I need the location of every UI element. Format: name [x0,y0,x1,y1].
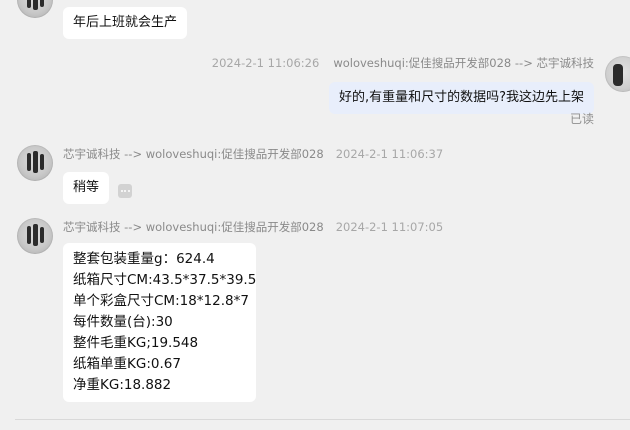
message-line: 整套包装重量g：624.4 [73,251,215,267]
avatar[interactable] [17,218,53,254]
message-line: 纸箱尺寸CM:43.5*37.5*39.5 [73,272,257,288]
message-sender: 芯宇诚科技 --> woloveshuqi:促佳搜品开发部028 [63,147,324,161]
message-line: 整件毛重KG;19.548 [73,335,199,351]
message-text: 好的,有重量和尺寸的数据吗?我这边先上架 [338,90,584,105]
message-line: 单个彩盒尺寸CM:18*12.8*7 [73,293,249,309]
divider [15,419,630,420]
message-sender: 芯宇诚科技 --> woloveshuqi:促佳搜品开发部028 [63,220,324,234]
message-meta: 2024-2-1 11:06:26 woloveshuqi:促佳搜品开发部028 … [212,55,594,71]
avatar[interactable] [605,56,630,92]
message-line: 净重KG:18.882 [73,377,172,393]
message-line: 每件数量(台):30 [73,314,173,330]
more-options-icon[interactable] [118,184,132,198]
avatar[interactable] [17,145,53,181]
message-sender: woloveshuqi:促佳搜品开发部028 --> 芯宇诚科技 [333,56,594,70]
message-timestamp: 2024-2-1 11:06:37 [335,147,444,161]
avatar[interactable] [17,0,53,18]
message-bubble[interactable]: 稍等 [63,172,110,204]
message-timestamp: 2024-2-1 11:06:26 [211,56,320,70]
message-bubble[interactable]: 整套包装重量g：624.4 纸箱尺寸CM:43.5*37.5*39.5 单个彩盒… [63,243,256,402]
message-timestamp: 2024-2-1 11:07:05 [335,220,444,234]
message-bubble[interactable]: 好的,有重量和尺寸的数据吗?我这边先上架 [328,82,594,114]
message-text: 年后上班就会生产 [73,15,178,30]
message-meta: 芯宇诚科技 --> woloveshuqi:促佳搜品开发部028 2024-2-1… [63,146,443,162]
message-line: 纸箱单重KG:0.67 [73,356,181,372]
message-bubble[interactable]: 年后上班就会生产 [63,7,188,39]
chat-history: 年后上班就会生产 2024-2-1 11:06:26 woloveshuqi:促佳… [0,0,630,430]
read-status: 已读 [569,112,594,126]
message-text: 稍等 [73,180,100,195]
message-meta: 芯宇诚科技 --> woloveshuqi:促佳搜品开发部028 2024-2-1… [63,219,443,235]
